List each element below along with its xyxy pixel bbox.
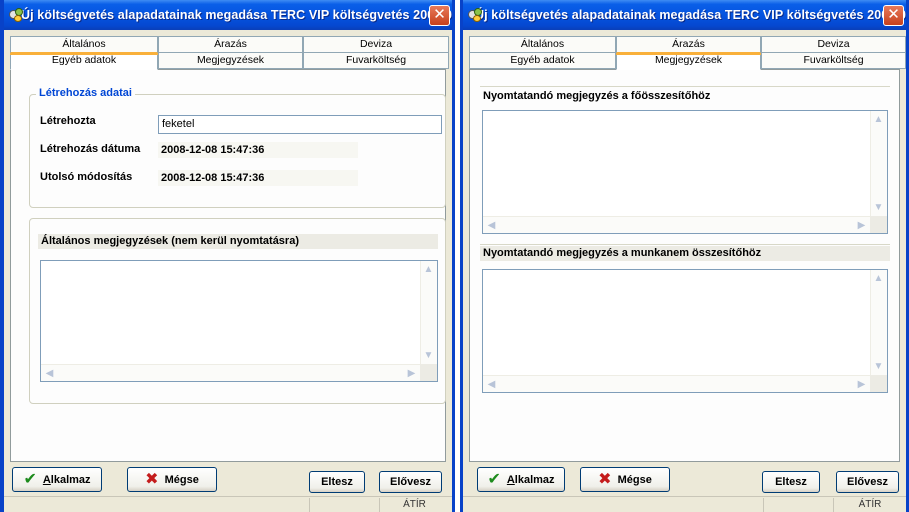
vertical-scrollbar[interactable]: ▲ ▼ [870, 111, 887, 216]
title-bar[interactable]: Új költségvetés alapadatainak megadása T… [463, 0, 906, 30]
tab-fuvarkoltseg[interactable]: Fuvarköltség [761, 52, 906, 69]
created-by-field[interactable]: feketel [158, 115, 442, 134]
app-icon [8, 7, 23, 23]
tab-egyeb-adatok[interactable]: Egyéb adatok [469, 52, 616, 69]
window-title: Új költségvetés alapadatainak megadása T… [21, 8, 452, 22]
cancel-label: Mégse [617, 473, 652, 486]
horizontal-scrollbar[interactable]: ◀ ▶ [41, 364, 420, 381]
horizontal-scrollbar[interactable]: ◀ ▶ [483, 216, 870, 233]
group-legend: Létrehozás adatai [36, 87, 135, 99]
status-mode: ÁTÍR [379, 498, 449, 512]
window-left: Új költségvetés alapadatainak megadása T… [0, 0, 455, 512]
general-notes-header: Általános megjegyzések (nem kerül nyomta… [38, 234, 438, 249]
scroll-right-icon[interactable]: ▶ [853, 376, 870, 393]
status-mode: ÁTÍR [833, 498, 906, 512]
divider [480, 244, 890, 245]
tab-arazas[interactable]: Árazás [616, 36, 761, 53]
tab-deviza[interactable]: Deviza [761, 36, 906, 53]
status-bar: ÁTÍR [4, 496, 452, 512]
scroll-up-icon[interactable]: ▲ [420, 261, 437, 278]
scroll-up-icon[interactable]: ▲ [870, 111, 887, 128]
tab-egyeb-adatok[interactable]: Egyéb adatok [10, 52, 158, 70]
tab-megjegyzesek[interactable]: Megjegyzések [158, 52, 303, 69]
scroll-right-icon[interactable]: ▶ [403, 365, 420, 382]
close-icon[interactable]: ✕ [883, 5, 904, 26]
scroll-down-icon[interactable]: ▼ [870, 199, 887, 216]
modified-value: 2008-12-08 15:47:36 [158, 170, 358, 186]
work-note-textarea[interactable]: ▲ ▼ ◀ ▶ [482, 269, 888, 393]
vertical-scrollbar[interactable]: ▲ ▼ [420, 261, 437, 364]
tab-fuvarkoltseg[interactable]: Fuvarköltség [303, 52, 449, 69]
fetch-button[interactable]: Elővesz [379, 471, 442, 493]
apply-button[interactable]: ✔ Alkalmaz [12, 467, 102, 492]
tab-altalanos[interactable]: Általános [10, 36, 158, 53]
cancel-label: Mégse [164, 473, 199, 486]
tab-megjegyzesek[interactable]: Megjegyzések [616, 52, 761, 70]
cross-icon: ✖ [145, 470, 159, 488]
tab-arazas[interactable]: Árazás [158, 36, 303, 53]
cancel-button[interactable]: ✖ Mégse [127, 467, 217, 492]
fetch-button[interactable]: Elővesz [836, 471, 899, 493]
modified-label: Utolsó módosítás [40, 171, 133, 183]
scroll-down-icon[interactable]: ▼ [870, 358, 887, 375]
scroll-down-icon[interactable]: ▼ [420, 347, 437, 364]
vertical-scrollbar[interactable]: ▲ ▼ [870, 270, 887, 375]
checkmark-icon: ✔ [487, 470, 501, 488]
app-icon [467, 7, 482, 23]
checkmark-icon: ✔ [23, 470, 37, 488]
tab-page-egyeb-adatok: Létrehozás adatai Létrehozta feketel Lét… [10, 69, 446, 462]
work-note-header: Nyomtatandó megjegyzés a munkanem összes… [480, 246, 890, 261]
status-cell-empty [309, 498, 379, 512]
store-button[interactable]: Eltesz [762, 471, 820, 493]
tab-strip: Általános Árazás Deviza Egyéb adatok Meg… [469, 36, 906, 70]
scroll-left-icon[interactable]: ◀ [483, 217, 500, 234]
close-icon[interactable]: ✕ [429, 5, 450, 26]
created-by-label: Létrehozta [40, 115, 96, 127]
created-date-label: Létrehozás dátuma [40, 143, 141, 155]
apply-label: Alkalmaz [506, 473, 555, 486]
created-date-value: 2008-12-08 15:47:36 [158, 142, 358, 158]
tab-page-megjegyzesek: Nyomtatandó megjegyzés a főösszesítőhöz … [469, 69, 900, 462]
scroll-left-icon[interactable]: ◀ [483, 376, 500, 393]
scroll-corner [870, 216, 887, 233]
general-notes-group: Általános megjegyzések (nem kerül nyomta… [29, 218, 446, 404]
tab-deviza[interactable]: Deviza [303, 36, 449, 53]
summary-note-textarea[interactable]: ▲ ▼ ◀ ▶ [482, 110, 888, 234]
tab-strip: Általános Árazás Deviza Egyéb adatok Meg… [10, 36, 449, 70]
scroll-corner [870, 375, 887, 392]
apply-label: Alkalmaz [42, 473, 91, 486]
title-bar[interactable]: Új költségvetés alapadatainak megadása T… [4, 0, 452, 30]
scroll-left-icon[interactable]: ◀ [41, 365, 58, 382]
apply-button[interactable]: ✔ Alkalmaz [477, 467, 565, 492]
store-button[interactable]: Eltesz [309, 471, 365, 493]
window-title: Új költségvetés alapadatainak megadása T… [475, 8, 906, 22]
summary-note-header: Nyomtatandó megjegyzés a főösszesítőhöz [480, 89, 890, 104]
tab-altalanos[interactable]: Általános [469, 36, 616, 53]
status-bar: ÁTÍR [463, 496, 906, 512]
scroll-up-icon[interactable]: ▲ [870, 270, 887, 287]
divider [480, 86, 890, 87]
horizontal-scrollbar[interactable]: ◀ ▶ [483, 375, 870, 392]
window-right: Új költségvetés alapadatainak megadása T… [460, 0, 909, 512]
status-cell-empty [763, 498, 833, 512]
scroll-corner [420, 364, 437, 381]
cross-icon: ✖ [598, 470, 612, 488]
cancel-button[interactable]: ✖ Mégse [580, 467, 670, 492]
scroll-right-icon[interactable]: ▶ [853, 217, 870, 234]
creation-data-group: Létrehozás adatai Létrehozta feketel Lét… [29, 87, 446, 208]
general-notes-textarea[interactable]: ▲ ▼ ◀ ▶ [40, 260, 438, 382]
